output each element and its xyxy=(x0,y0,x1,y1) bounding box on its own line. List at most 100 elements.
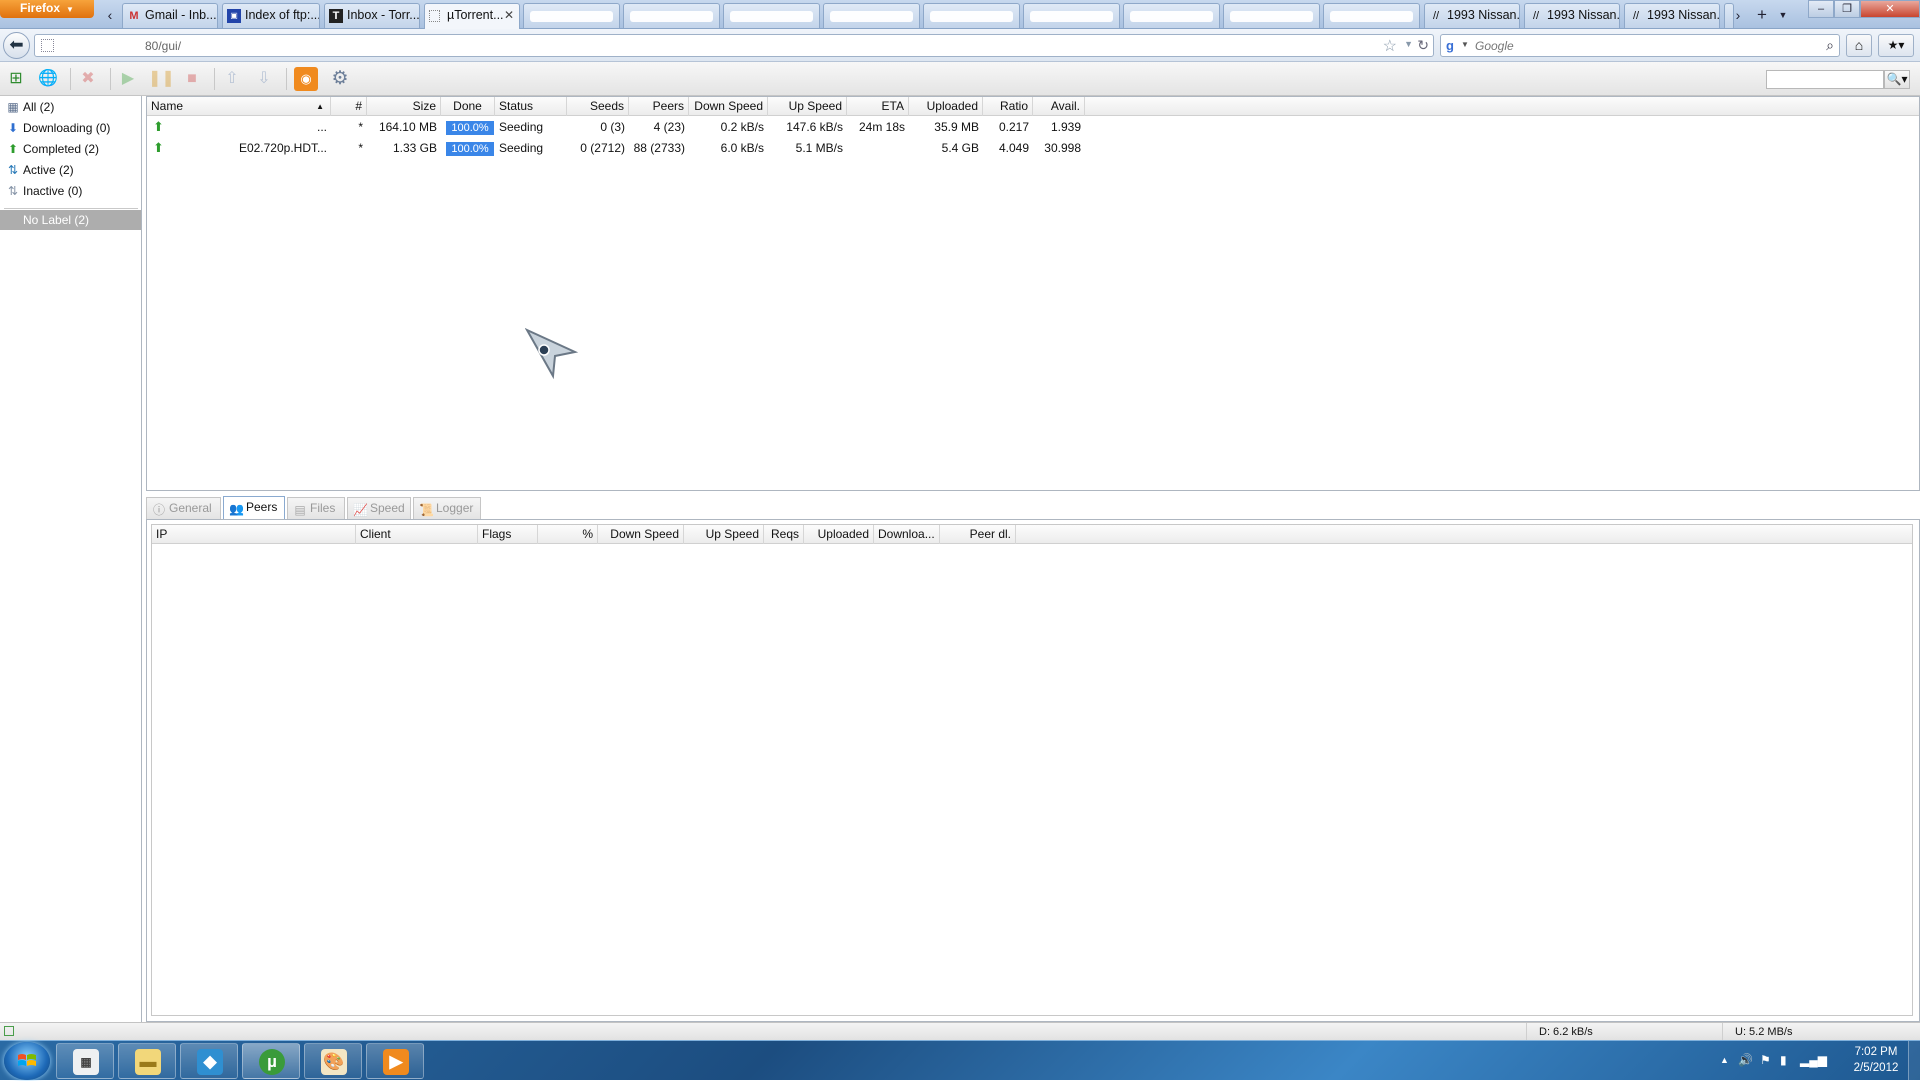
tab-redacted[interactable] xyxy=(923,3,1020,28)
column-header-name[interactable]: Name ▲ xyxy=(147,97,331,116)
torrent-search-input[interactable] xyxy=(1766,70,1884,89)
tab-redacted[interactable] xyxy=(1023,3,1120,28)
tab-redacted[interactable] xyxy=(823,3,920,28)
taskbar-app-virtualbox[interactable]: ◆ xyxy=(180,1043,238,1079)
url-history-dropdown-icon[interactable]: ▼ xyxy=(1404,39,1413,49)
column-header-done[interactable]: Done xyxy=(441,97,495,116)
taskbar-app-paint[interactable]: 🎨 xyxy=(304,1043,362,1079)
tab-utorrent[interactable]: µTorrent... ✕ xyxy=(424,3,520,29)
network-signal-icon[interactable]: ▂▄▆ xyxy=(1800,1053,1827,1067)
firefox-menu-button[interactable]: Firefox ▼ xyxy=(0,0,94,18)
minimize-icon[interactable]: – xyxy=(1808,0,1834,18)
scroll-tabs-right-icon[interactable]: › xyxy=(1728,3,1748,27)
start-icon[interactable]: ▶ xyxy=(116,67,140,91)
label-no-label[interactable]: No Label (2) xyxy=(0,210,141,230)
tab-redacted[interactable] xyxy=(723,3,820,28)
clock-time[interactable]: 7:02 PM xyxy=(1846,1046,1906,1058)
torrent-search-icon[interactable]: 🔍▾ xyxy=(1884,70,1910,89)
add-torrent-url-icon[interactable]: 🌐 xyxy=(36,67,60,91)
tab-nissan-1[interactable]: // 1993 Nissan... xyxy=(1424,3,1520,28)
web-search-bar[interactable]: g ▼ Google ⌕ xyxy=(1440,34,1840,57)
site-identity-icon[interactable] xyxy=(41,39,54,52)
show-desktop-button[interactable] xyxy=(1908,1041,1920,1081)
column-header-percent[interactable]: % xyxy=(538,525,598,544)
tab-peers[interactable]: 👥 Peers xyxy=(223,496,285,520)
tab-nissan-2[interactable]: // 1993 Nissan... xyxy=(1524,3,1620,28)
tab-logger[interactable]: 📜 Logger xyxy=(413,497,481,519)
close-window-icon[interactable]: ✕ xyxy=(1860,0,1920,18)
column-header-size[interactable]: Size xyxy=(367,97,441,116)
tab-redacted[interactable] xyxy=(623,3,720,28)
taskbar-app-explorer[interactable]: ▬ xyxy=(118,1043,176,1079)
category-inactive[interactable]: ⇅ Inactive (0) xyxy=(6,182,82,201)
column-header-down-speed[interactable]: Down Speed xyxy=(598,525,684,544)
stop-icon[interactable]: ■ xyxy=(180,67,204,91)
search-icon[interactable]: ⌕ xyxy=(1826,37,1834,54)
add-torrent-icon[interactable]: ⊞ xyxy=(4,67,28,91)
list-tabs-icon[interactable]: ▼ xyxy=(1773,3,1793,27)
category-active[interactable]: ⇅ Active (2) xyxy=(6,161,74,180)
tab-speed[interactable]: 📈 Speed xyxy=(347,497,411,519)
tab-redacted[interactable] xyxy=(1123,3,1220,28)
close-tab-icon[interactable]: ✕ xyxy=(504,4,514,27)
tab-gmail[interactable]: M Gmail - Inb... xyxy=(122,3,218,28)
column-header-avail[interactable]: Avail. xyxy=(1033,97,1085,116)
clock-date[interactable]: 2/5/2012 xyxy=(1843,1062,1909,1074)
column-header-eta[interactable]: ETA xyxy=(847,97,909,116)
settings-gear-icon[interactable]: ⚙ xyxy=(328,67,352,91)
action-center-flag-icon[interactable]: ⚑ xyxy=(1760,1053,1771,1067)
torrent-row[interactable]: ⬆ E02.720p.HDT... * 1.33 GB 100.0% Seedi… xyxy=(147,138,1919,159)
new-tab-icon[interactable]: + xyxy=(1752,3,1772,27)
tab-redacted[interactable] xyxy=(1323,3,1420,28)
column-header-queue[interactable]: # xyxy=(331,97,367,116)
url-bar[interactable]: 80/gui/ ☆ ▼ ↻ xyxy=(34,34,1434,57)
home-icon[interactable]: ⌂ xyxy=(1846,34,1872,57)
column-header-status[interactable]: Status xyxy=(495,97,567,116)
reload-icon[interactable]: ↻ xyxy=(1417,37,1429,54)
column-header-up-speed[interactable]: Up Speed xyxy=(768,97,847,116)
tab-files[interactable]: ▤ Files xyxy=(287,497,345,519)
tab-general[interactable]: ⓘ General xyxy=(146,497,221,519)
bookmark-star-icon[interactable]: ☆ xyxy=(1383,36,1397,56)
start-button[interactable] xyxy=(4,1042,50,1080)
category-downloading[interactable]: ⬇ Downloading (0) xyxy=(6,119,110,138)
column-header-uploaded[interactable]: Uploaded xyxy=(804,525,874,544)
remove-icon[interactable]: ✖ xyxy=(76,67,100,91)
taskbar-app-utorrent[interactable]: µ xyxy=(242,1043,300,1079)
torrent-row[interactable]: ⬆ ... * 164.10 MB 100.0% Seeding 0 (3) 4… xyxy=(147,117,1919,138)
column-header-peers[interactable]: Peers xyxy=(629,97,689,116)
restore-icon[interactable]: ❐ xyxy=(1834,0,1860,18)
category-all[interactable]: ▦ All (2) xyxy=(6,98,54,117)
column-header-down-speed[interactable]: Down Speed xyxy=(689,97,768,116)
column-header-uploaded[interactable]: Uploaded xyxy=(909,97,983,116)
search-engine-dropdown-icon[interactable]: ▼ xyxy=(1461,40,1469,49)
column-header-peer-dl[interactable]: Peer dl. xyxy=(940,525,1016,544)
column-header-client[interactable]: Client xyxy=(356,525,478,544)
show-hidden-icons-icon[interactable]: ▲ xyxy=(1720,1055,1729,1065)
taskbar-app-media-player[interactable]: ▶ xyxy=(366,1043,424,1079)
column-header-up-speed[interactable]: Up Speed xyxy=(684,525,764,544)
column-header-ip[interactable]: IP xyxy=(152,525,356,544)
tab-redacted[interactable] xyxy=(1223,3,1320,28)
pause-icon[interactable]: ❚❚ xyxy=(148,67,175,91)
tab-nissan-3[interactable]: // 1993 Nissan... xyxy=(1624,3,1720,28)
back-arrow-icon[interactable]: ⬅ xyxy=(3,32,30,59)
column-header-seeds[interactable]: Seeds xyxy=(567,97,629,116)
google-icon[interactable]: g xyxy=(1446,38,1460,53)
rss-icon[interactable]: ◉ xyxy=(294,67,318,91)
tab-ftp-index[interactable]: ▣ Index of ftp:... xyxy=(222,3,320,28)
column-header-reqs[interactable]: Reqs xyxy=(764,525,804,544)
power-icon[interactable]: ▮ xyxy=(1780,1053,1787,1067)
scroll-tabs-left-icon[interactable]: ‹ xyxy=(100,3,120,27)
move-up-icon[interactable]: ⇧ xyxy=(220,67,244,91)
move-down-icon[interactable]: ⇩ xyxy=(252,67,276,91)
tab-inbox-torr[interactable]: T Inbox - Torr... xyxy=(324,3,420,28)
column-header-ratio[interactable]: Ratio xyxy=(983,97,1033,116)
bookmarks-menu-icon[interactable]: ★▾ xyxy=(1878,34,1914,57)
tab-redacted[interactable] xyxy=(523,3,620,28)
category-completed[interactable]: ⬆ Completed (2) xyxy=(6,140,99,159)
volume-icon[interactable]: 🔊 xyxy=(1738,1053,1753,1067)
column-header-flags[interactable]: Flags xyxy=(478,525,538,544)
taskbar-app-calculator[interactable]: ▦ xyxy=(56,1043,114,1079)
column-header-downloaded[interactable]: Downloa... xyxy=(874,525,940,544)
